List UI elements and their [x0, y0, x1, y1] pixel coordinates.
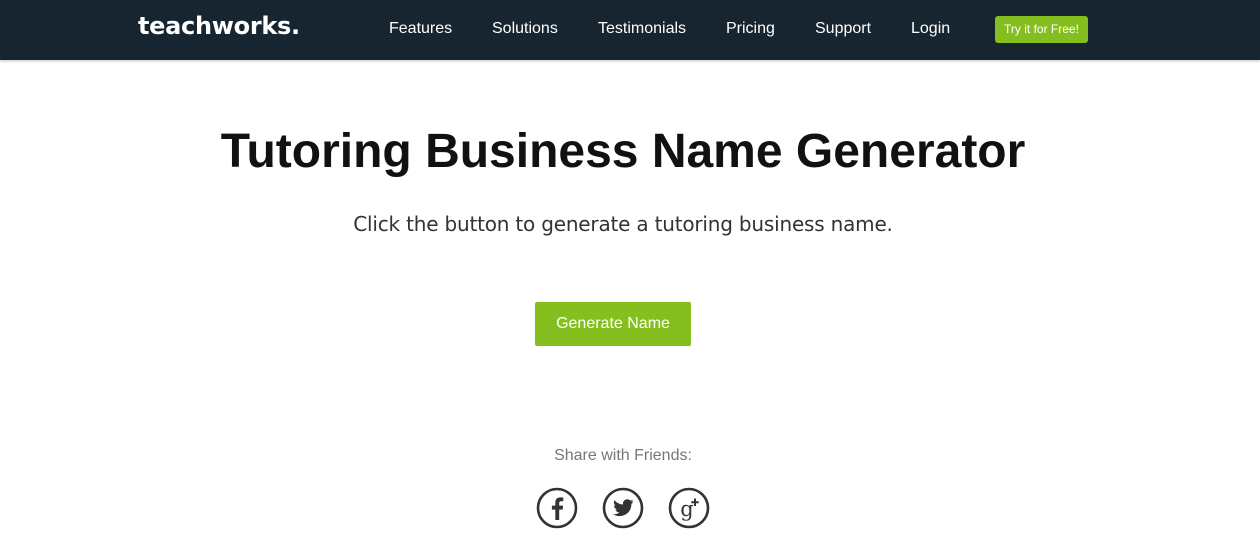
- nav-support[interactable]: Support: [815, 0, 871, 60]
- teachworks-logo[interactable]: teachworks.: [138, 12, 300, 40]
- generate-name-button[interactable]: Generate Name: [535, 302, 691, 346]
- share-label: Share with Friends:: [554, 447, 692, 464]
- google-plus-icon[interactable]: g: [668, 487, 710, 529]
- nav-testimonials[interactable]: Testimonials: [598, 0, 686, 60]
- nav-pricing[interactable]: Pricing: [726, 0, 775, 60]
- try-free-button[interactable]: Try it for Free!: [995, 16, 1088, 43]
- page-title: Tutoring Business Name Generator: [220, 125, 1026, 178]
- facebook-icon[interactable]: [536, 487, 578, 529]
- nav-login[interactable]: Login: [911, 0, 950, 60]
- twitter-icon[interactable]: [602, 487, 644, 529]
- svg-text:g: g: [680, 497, 693, 521]
- nav-solutions[interactable]: Solutions: [492, 0, 558, 60]
- page-subtitle: Click the button to generate a tutoring …: [353, 212, 893, 236]
- nav-features[interactable]: Features: [389, 0, 452, 60]
- top-navigation-bar: teachworks. Features Solutions Testimoni…: [0, 0, 1260, 60]
